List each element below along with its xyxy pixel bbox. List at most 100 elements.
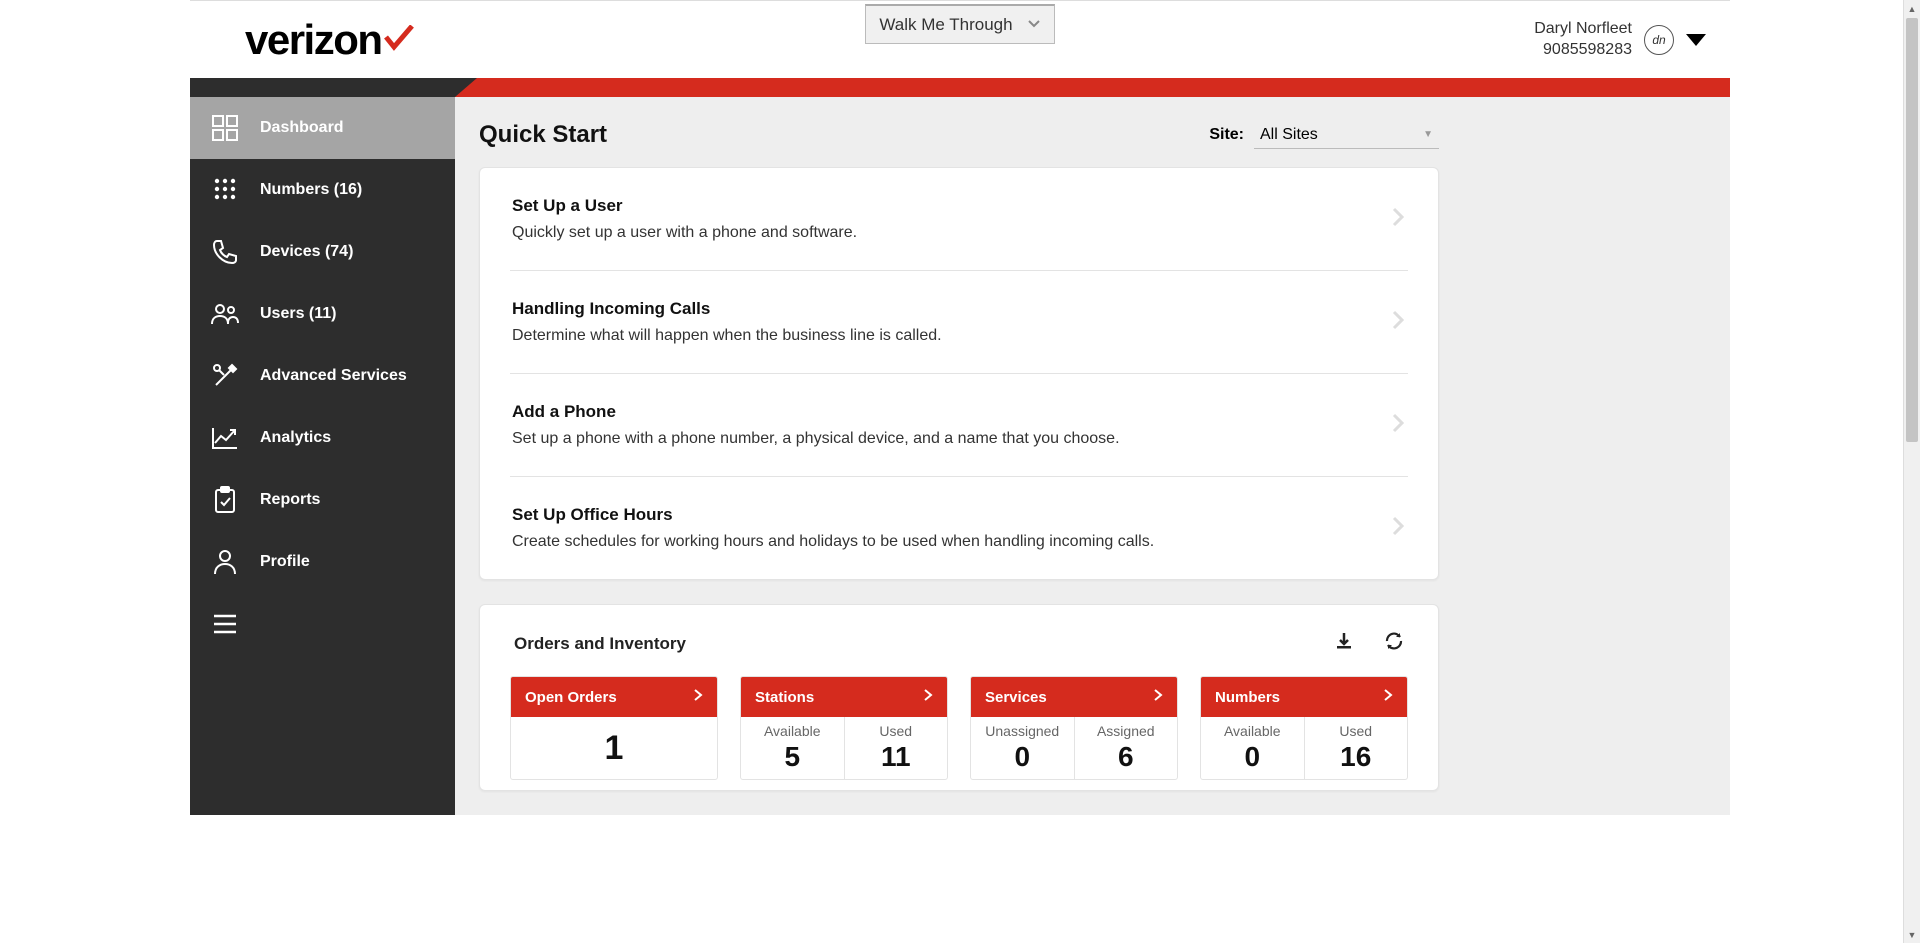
site-selected-value: All Sites	[1260, 126, 1318, 144]
logo-text: verizon	[245, 19, 382, 61]
site-selector[interactable]: All Sites ▼	[1254, 122, 1439, 149]
chevron-right-icon	[1390, 514, 1406, 543]
scrollbar-thumb[interactable]	[1906, 18, 1918, 442]
tile-title: Services	[985, 689, 1047, 706]
clipboard-icon	[210, 485, 240, 515]
tile-sub-value: 11	[881, 741, 911, 773]
triangle-down-icon: ▼	[1423, 129, 1433, 140]
chevron-right-icon	[923, 688, 933, 706]
sidebar-item-numbers[interactable]: Numbers (16)	[190, 159, 455, 221]
hamburger-icon	[210, 609, 240, 639]
phone-icon	[210, 237, 240, 267]
walkme-label: Walk Me Through	[879, 15, 1012, 35]
chevron-right-icon	[1153, 688, 1163, 706]
refresh-icon[interactable]	[1384, 631, 1404, 656]
orders-inventory-card: Orders and Inventory	[479, 604, 1439, 791]
quickstart-item-desc: Create schedules for working hours and h…	[512, 533, 1154, 551]
tile-title: Numbers	[1215, 689, 1280, 706]
download-icon[interactable]	[1334, 631, 1354, 656]
tile-services: Services Unassigned 0 Assigned 6	[970, 676, 1178, 780]
scrollbar[interactable]: ▲ ▼	[1903, 0, 1920, 943]
quickstart-item-add-phone[interactable]: Add a Phone Set up a phone with a phone …	[510, 374, 1408, 477]
sidebar-item-dashboard[interactable]: Dashboard	[190, 97, 455, 159]
user-menu[interactable]: Daryl Norfleet 9085598283 dn	[1534, 19, 1706, 61]
sidebar-collapse-toggle[interactable]	[190, 593, 455, 655]
sidebar-item-label: Profile	[260, 553, 310, 571]
quickstart-item-title: Handling Incoming Calls	[512, 299, 942, 319]
chevron-right-icon	[693, 688, 703, 706]
sidebar-item-label: Devices (74)	[260, 243, 353, 261]
tile-header[interactable]: Numbers	[1201, 677, 1407, 717]
sidebar-item-analytics[interactable]: Analytics	[190, 407, 455, 469]
tile-sub-label: Assigned	[1097, 723, 1155, 739]
verizon-logo[interactable]: verizon	[245, 19, 414, 61]
quickstart-item-title: Set Up a User	[512, 196, 857, 216]
tile-title: Stations	[755, 689, 814, 706]
sidebar-item-reports[interactable]: Reports	[190, 469, 455, 531]
walk-me-through-dropdown[interactable]: Walk Me Through	[865, 4, 1055, 44]
check-icon	[384, 25, 414, 56]
site-label: Site:	[1209, 126, 1244, 144]
quick-start-card: Set Up a User Quickly set up a user with…	[479, 167, 1439, 580]
tile-stations: Stations Available 5 Used 11	[740, 676, 948, 780]
sidebar-item-label: Dashboard	[260, 119, 344, 137]
sidebar-item-label: Reports	[260, 491, 320, 509]
sidebar-item-label: Numbers (16)	[260, 181, 362, 199]
quickstart-item-incoming-calls[interactable]: Handling Incoming Calls Determine what w…	[510, 271, 1408, 374]
orders-section-title: Orders and Inventory	[514, 634, 686, 654]
tile-numbers: Numbers Available 0 Used 16	[1200, 676, 1408, 780]
tile-header[interactable]: Services	[971, 677, 1177, 717]
tile-sub-value: 0	[1244, 741, 1260, 773]
tools-icon	[210, 361, 240, 391]
user-name: Daryl Norfleet	[1534, 19, 1632, 40]
profile-icon	[210, 547, 240, 577]
sidebar: Dashboard Numbers (16) Devices (74) User…	[190, 97, 455, 815]
tile-sub-value: 16	[1340, 741, 1371, 773]
tile-sub-label: Used	[1339, 723, 1372, 739]
scroll-up-icon[interactable]: ▲	[1904, 0, 1920, 17]
chevron-right-icon	[1390, 308, 1406, 337]
chevron-right-icon	[1383, 688, 1393, 706]
tile-header[interactable]: Stations	[741, 677, 947, 717]
users-icon	[210, 299, 240, 329]
tile-sub-label: Unassigned	[985, 723, 1059, 739]
sidebar-item-users[interactable]: Users (11)	[190, 283, 455, 345]
sidebar-item-devices[interactable]: Devices (74)	[190, 221, 455, 283]
quickstart-item-desc: Set up a phone with a phone number, a ph…	[512, 430, 1120, 448]
sidebar-item-advanced-services[interactable]: Advanced Services	[190, 345, 455, 407]
tile-sub-label: Available	[1224, 723, 1281, 739]
quickstart-item-title: Add a Phone	[512, 402, 1120, 422]
main-content: Quick Start Site: All Sites ▼ Set Up a U…	[455, 97, 1730, 815]
quickstart-item-desc: Determine what will happen when the busi…	[512, 327, 942, 345]
avatar: dn	[1644, 25, 1674, 55]
tile-sub-value: 6	[1118, 741, 1134, 773]
quickstart-item-title: Set Up Office Hours	[512, 505, 1154, 525]
dashboard-icon	[210, 113, 240, 143]
analytics-icon	[210, 423, 240, 453]
tile-sub-label: Available	[764, 723, 821, 739]
page-title: Quick Start	[479, 121, 607, 149]
sidebar-item-profile[interactable]: Profile	[190, 531, 455, 593]
chevron-right-icon	[1390, 205, 1406, 234]
chevron-down-icon	[1027, 18, 1041, 32]
tile-sub-value: 0	[1014, 741, 1030, 773]
quickstart-item-setup-user[interactable]: Set Up a User Quickly set up a user with…	[510, 168, 1408, 271]
tile-sub-value: 5	[784, 741, 800, 773]
tile-open-orders: Open Orders 1	[510, 676, 718, 780]
user-number: 9085598283	[1534, 40, 1632, 61]
sidebar-item-label: Users (11)	[260, 305, 337, 323]
scroll-down-icon[interactable]: ▼	[1904, 926, 1920, 943]
inventory-tiles: Open Orders 1 Stations	[510, 676, 1408, 790]
tile-value: 1	[605, 729, 624, 768]
quickstart-item-desc: Quickly set up a user with a phone and s…	[512, 224, 857, 242]
quickstart-item-office-hours[interactable]: Set Up Office Hours Create schedules for…	[510, 477, 1408, 579]
accent-bar	[190, 78, 1730, 97]
tile-header[interactable]: Open Orders	[511, 677, 717, 717]
sidebar-item-label: Advanced Services	[260, 367, 407, 385]
sidebar-item-label: Analytics	[260, 429, 331, 447]
chevron-right-icon	[1390, 411, 1406, 440]
tile-title: Open Orders	[525, 689, 617, 706]
dialpad-icon	[210, 175, 240, 205]
caret-down-icon[interactable]	[1686, 34, 1706, 46]
tile-sub-label: Used	[879, 723, 912, 739]
